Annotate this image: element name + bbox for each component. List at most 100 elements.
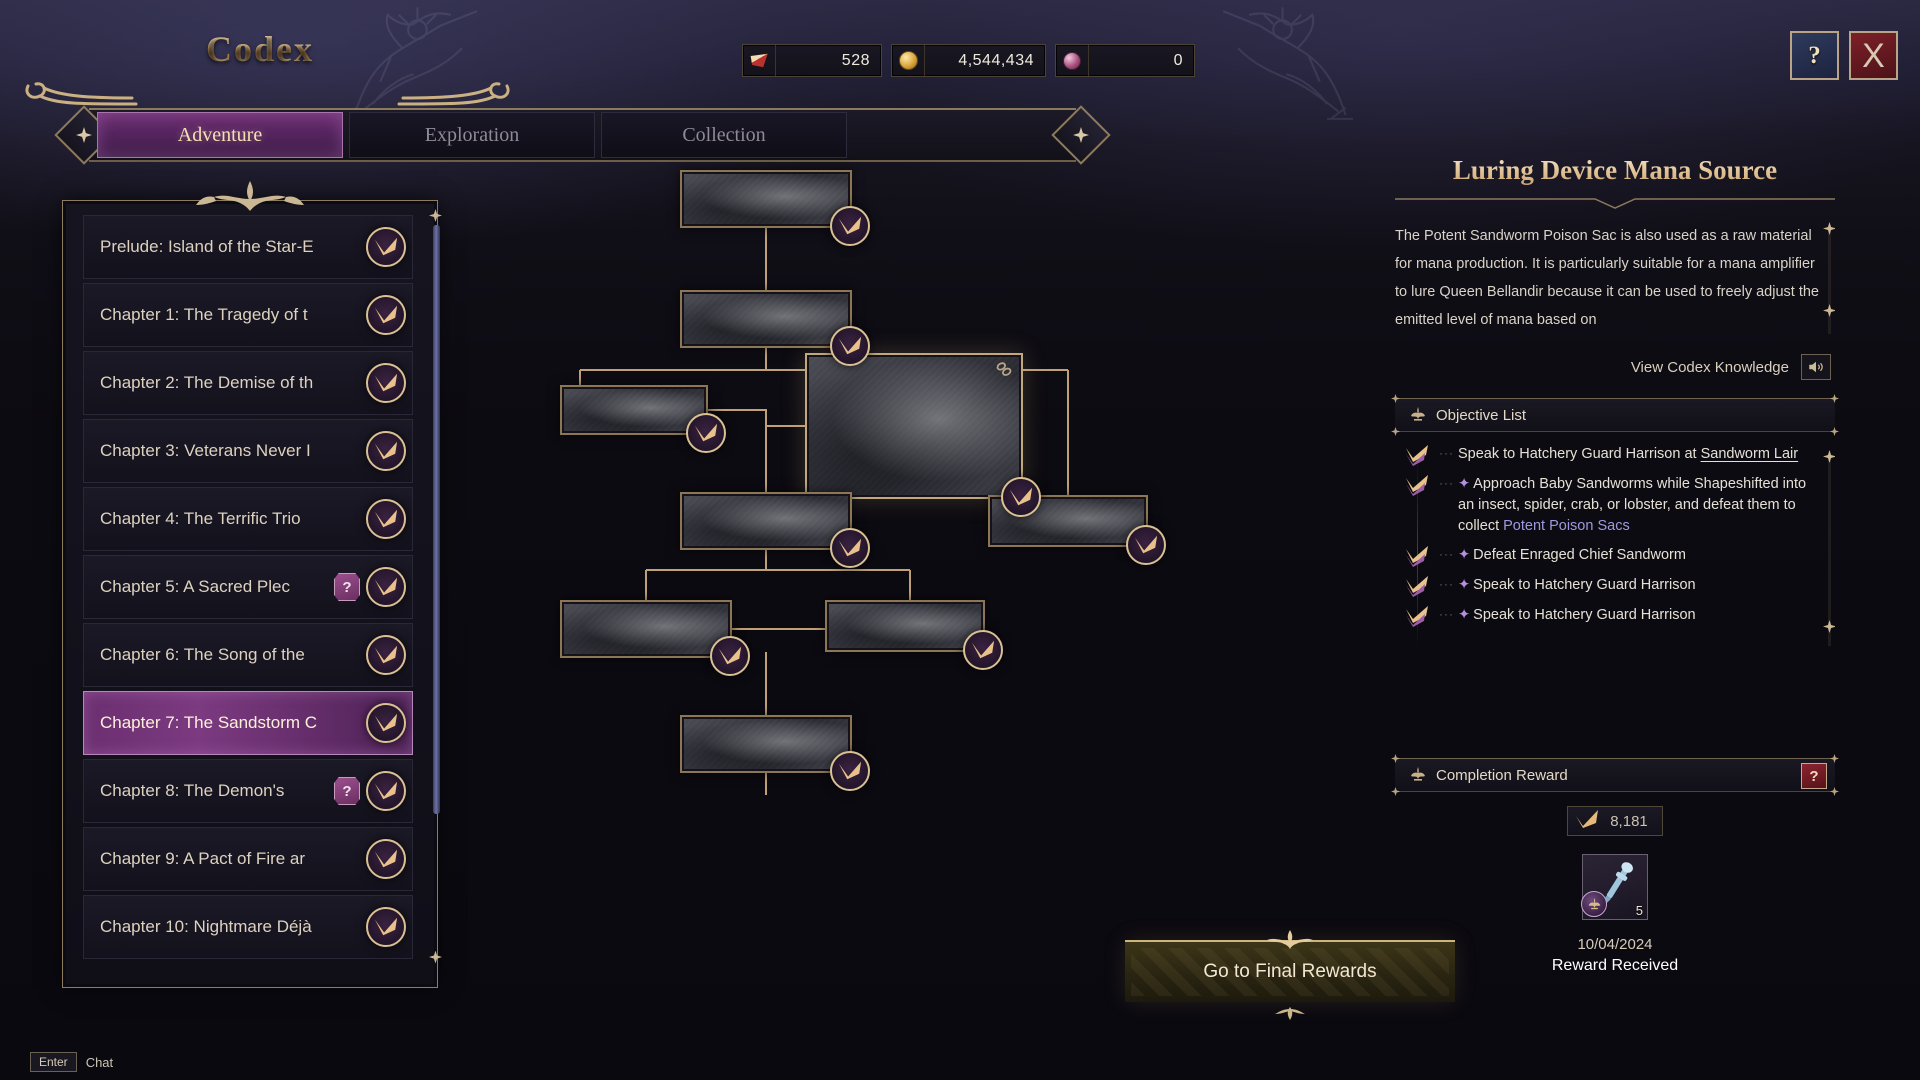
objective-check-icon [1403, 575, 1435, 597]
quest-node-art [829, 604, 981, 648]
sidebar-scroll-thumb[interactable] [433, 225, 440, 814]
chapter-item[interactable]: Prelude: Island of the Star-E [83, 215, 413, 279]
scroll-cap-bottom-icon [429, 950, 442, 964]
quest-node[interactable] [560, 385, 726, 453]
flourish-left-icon [20, 74, 140, 110]
help-button[interactable]: ? [1790, 31, 1839, 80]
quest-tree: Go to Final Rewards [560, 170, 1455, 1040]
completed-check-icon [366, 703, 406, 743]
objective-item: ··· ✦ Defeat Enraged Chief Sandworm [1395, 545, 1817, 567]
quest-node[interactable] [805, 353, 1041, 517]
objective-text: ✦ Speak to Hatchery Guard Harrison [1458, 577, 1696, 593]
tab-collection[interactable]: Collection [601, 112, 847, 158]
currency-crystal[interactable]: 0 [1055, 44, 1195, 77]
chapter-item[interactable]: Chapter 10: Nightmare Déjà [83, 895, 413, 959]
close-button[interactable]: X [1849, 31, 1898, 80]
objective-item: ··· ✦ Speak to Hatchery Guard Harrison [1395, 605, 1817, 627]
view-codex-knowledge-link[interactable]: View Codex Knowledge [1631, 359, 1789, 376]
currency-gold[interactable]: 4,544,434 [891, 44, 1046, 77]
objective-dots: ··· [1439, 476, 1454, 490]
reward-item-quantity: 5 [1635, 903, 1643, 918]
completed-check-icon [366, 363, 406, 403]
reward-status: Reward Received [1551, 957, 1679, 974]
quest-node-art [684, 174, 848, 224]
chapter-list[interactable]: Prelude: Island of the Star-E Chapter 1: … [83, 215, 413, 973]
flourish-right-icon [395, 74, 515, 110]
currency-pheon[interactable]: 528 [742, 44, 882, 77]
tab-exploration[interactable]: Exploration [349, 112, 595, 158]
chapter-item[interactable]: Chapter 9: A Pact of Fire ar [83, 827, 413, 891]
chapter-label: Chapter 7: The Sandstorm C [100, 713, 318, 732]
tab-collection-label: Collection [682, 123, 766, 146]
chapter-item[interactable]: Chapter 1: The Tragedy of t [83, 283, 413, 347]
detail-divider [1395, 196, 1835, 210]
completed-check-icon [366, 907, 406, 947]
objective-item-link[interactable]: Potent Poison Sacs [1503, 518, 1630, 534]
quest-node[interactable] [680, 492, 870, 568]
chat-hint[interactable]: Enter Chat [30, 1052, 113, 1072]
objective-list: ··· Speak to Hatchery Guard Harrison at S… [1395, 444, 1835, 662]
go-to-final-rewards-label: Go to Final Rewards [1203, 961, 1377, 982]
quest-node[interactable] [680, 715, 870, 791]
chapter-label: Chapter 9: A Pact of Fire ar [100, 849, 306, 868]
completed-check-icon [710, 636, 750, 676]
gem-red-icon [743, 45, 776, 76]
reward-help-label: ? [1809, 767, 1819, 785]
chat-key-label: Enter [30, 1052, 77, 1072]
description-scroll-thumb[interactable] [1826, 232, 1833, 304]
chapter-item[interactable]: Chapter 7: The Sandstorm C [83, 691, 413, 755]
objective-location-link[interactable]: Sandworm Lair [1701, 446, 1799, 462]
chapter-item[interactable]: Chapter 6: The Song of the [83, 623, 413, 687]
chapter-item[interactable]: Chapter 8: The Demon's? [83, 759, 413, 823]
speaker-icon[interactable] [1801, 354, 1831, 380]
chapter-item[interactable]: Chapter 4: The Terrific Trio [83, 487, 413, 551]
quest-node-art [684, 719, 848, 769]
reward-help-button[interactable]: ? [1801, 763, 1827, 789]
quest-node[interactable] [680, 290, 870, 366]
tab-adventure[interactable]: Adventure [97, 112, 343, 158]
completed-check-icon [366, 567, 406, 607]
fleur-de-lis-icon [1409, 766, 1427, 784]
objective-list-header: Objective List [1391, 394, 1839, 436]
completed-check-icon [830, 206, 870, 246]
objective-item: ··· ✦ Speak to Hatchery Guard Harrison [1395, 575, 1817, 597]
description-scrollbar[interactable] [1823, 222, 1835, 344]
objective-text: Speak to Hatchery Guard Harrison at Sand… [1458, 446, 1799, 462]
quest-node[interactable] [560, 600, 750, 676]
reward-item-slot[interactable]: 5 [1581, 854, 1648, 920]
chapter-label: Chapter 6: The Song of the [100, 645, 305, 664]
quest-node-art [684, 496, 848, 546]
currency-pheon-value: 528 [841, 51, 870, 69]
completed-check-icon [1126, 525, 1166, 565]
quest-node[interactable] [825, 600, 1003, 670]
scroll-cap-top-icon [429, 209, 442, 222]
objective-scroll-thumb[interactable] [1826, 460, 1833, 620]
sidebar-scrollbar[interactable] [429, 209, 442, 964]
chapter-item[interactable]: Chapter 3: Veterans Never I [83, 419, 413, 483]
chapter-question-badge[interactable]: ? [334, 573, 360, 601]
chapter-item[interactable]: Chapter 5: A Sacred Plec? [83, 555, 413, 619]
completion-reward-body: 8,181 5 10/04/2024 Reward Received [1395, 806, 1835, 975]
chat-label: Chat [85, 1054, 114, 1070]
completed-check-icon [1001, 477, 1041, 517]
quest-node-art [564, 389, 704, 431]
xp-reward-value: 8,181 [1610, 812, 1648, 830]
chapter-question-badge[interactable]: ? [334, 777, 360, 805]
quest-node[interactable] [680, 170, 870, 246]
completed-check-icon [366, 635, 406, 675]
detail-panel: Luring Device Mana Source The Potent San… [1391, 155, 1839, 1035]
objective-check-icon [1403, 605, 1435, 627]
tab-adventure-label: Adventure [177, 123, 263, 146]
quest-node-art [564, 604, 728, 654]
objective-scrollbar[interactable] [1823, 450, 1835, 656]
chapter-item[interactable]: Chapter 2: The Demise of th [83, 351, 413, 415]
pink-orb-icon [1056, 45, 1089, 76]
gold-coin-icon [892, 45, 925, 76]
chapter-label: Chapter 1: The Tragedy of t [100, 305, 308, 324]
codex-link-row: View Codex Knowledge [1395, 354, 1835, 380]
objective-check-icon [1403, 474, 1435, 496]
completed-check-icon [366, 499, 406, 539]
chapter-label: Chapter 8: The Demon's [100, 781, 285, 800]
reward-date: 10/04/2024 [1577, 936, 1653, 953]
objective-item: ··· ✦ Approach Baby Sandworms while Shapes… [1395, 474, 1817, 537]
